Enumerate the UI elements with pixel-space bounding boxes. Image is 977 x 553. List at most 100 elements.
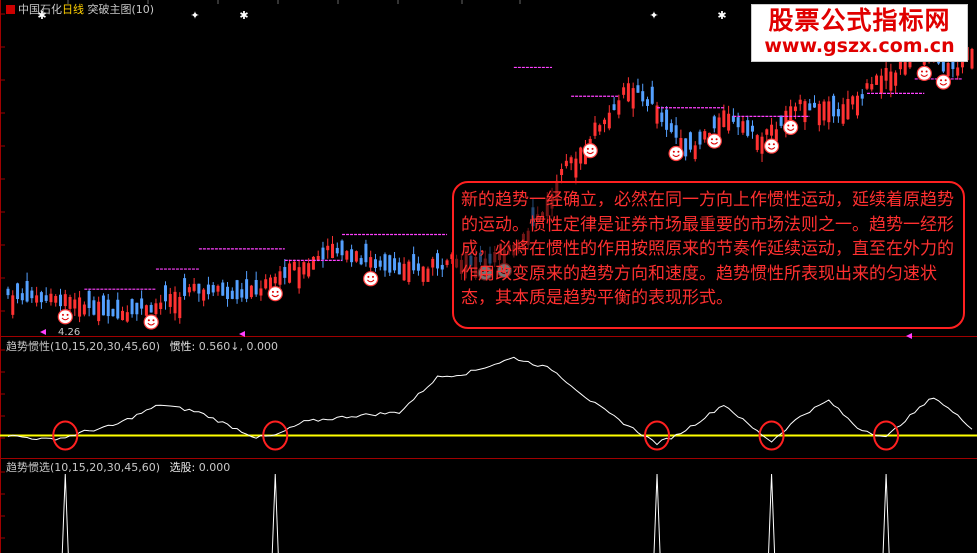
candle <box>846 90 850 120</box>
candle-body <box>101 295 105 316</box>
candle-body <box>378 260 382 267</box>
candle <box>388 254 392 277</box>
candle <box>197 283 201 302</box>
candle <box>292 259 296 271</box>
candle-body <box>125 312 129 322</box>
smiley-face <box>706 133 722 149</box>
inertia-indicator-name[interactable]: 趋势惯性(10,15,20,30,45,60) <box>6 340 160 353</box>
candle-body <box>211 285 215 293</box>
candle-body <box>159 302 163 310</box>
candle <box>665 106 669 137</box>
candle-body <box>20 293 24 301</box>
buy-signal-smiley-icon <box>143 314 159 330</box>
candle <box>168 287 172 314</box>
candle-body <box>35 295 39 303</box>
candle-body <box>144 305 148 316</box>
candle-body <box>273 276 277 284</box>
candle-body <box>770 124 774 136</box>
candle <box>101 293 105 316</box>
candle-body <box>889 71 893 91</box>
candle <box>135 302 139 321</box>
candle <box>813 95 817 108</box>
candle <box>140 290 144 315</box>
candle-body <box>63 294 67 307</box>
candle <box>593 116 597 139</box>
smiley-face <box>267 286 283 302</box>
candle-body <box>331 243 335 259</box>
candle <box>73 292 77 316</box>
stock-chart-window: ✱ ✦ ✱ ✦ ✱ 中国石化日线 突破主图(10) 4.26 趋势惯性(10,15,20… <box>0 0 977 553</box>
candle <box>889 63 893 98</box>
smiley-eye <box>715 138 718 141</box>
stock-name[interactable]: 中国石化 <box>18 3 62 16</box>
candle <box>703 129 707 143</box>
candle-body <box>297 267 301 289</box>
candle-body <box>603 119 607 125</box>
candle-body <box>369 257 373 268</box>
buy-signal-smiley-icon <box>582 143 598 159</box>
candle-body <box>607 112 611 129</box>
candle <box>297 260 301 294</box>
annotation-box: 新的趋势一经确立，必然在同一方向上作惯性运动，延续着原趋势的运动。惯性定律是证券… <box>452 181 965 329</box>
candle-body <box>73 299 77 309</box>
period-label[interactable]: 日线 <box>62 3 84 16</box>
candle-body <box>898 60 902 70</box>
candle-body <box>641 91 645 102</box>
candle <box>78 290 82 323</box>
smiley-eye <box>944 79 947 82</box>
watermark-logo: 股票公式指标网 www.gszx.com.cn <box>751 4 968 62</box>
main-indicator-name[interactable]: 突破主图(10) <box>88 3 155 16</box>
candle-body <box>78 297 82 317</box>
candle-body <box>436 253 440 269</box>
candle-body <box>388 255 392 273</box>
candle-body <box>669 123 673 132</box>
candle-body <box>865 83 869 89</box>
stock-flag-icon <box>6 5 15 14</box>
candle-body <box>39 292 43 303</box>
candle-body <box>774 129 778 141</box>
candle <box>111 308 115 317</box>
candle <box>798 94 802 111</box>
candle-body <box>121 310 125 321</box>
inertia-line <box>7 356 973 446</box>
candle-body <box>832 95 836 117</box>
candle-body <box>822 101 826 121</box>
candle-body <box>202 289 206 301</box>
candle-body <box>946 63 950 77</box>
candle-body <box>698 131 702 145</box>
candle <box>564 154 568 169</box>
candle-body <box>803 101 807 123</box>
candle <box>431 256 435 276</box>
candle-body <box>364 243 368 263</box>
candle <box>116 292 120 320</box>
candle-body <box>245 279 249 299</box>
candle-body <box>836 109 840 117</box>
candle-body <box>92 300 96 315</box>
candle <box>378 256 382 271</box>
candle-body <box>760 136 764 154</box>
candle-body <box>58 294 62 307</box>
marker-arrow-icon <box>906 333 912 339</box>
candle <box>865 79 869 91</box>
candle <box>235 279 239 304</box>
candle-body <box>221 282 225 296</box>
candle <box>421 265 425 286</box>
candle-body <box>54 296 58 303</box>
candle-body <box>345 251 349 260</box>
candle <box>636 78 640 93</box>
selection-spike <box>61 473 69 553</box>
candle <box>173 286 177 321</box>
candle <box>440 258 444 277</box>
candle-body <box>407 261 411 283</box>
candle-body <box>855 95 859 116</box>
candle-body <box>660 112 664 122</box>
candle-body <box>793 106 797 112</box>
smiley-face <box>143 314 159 330</box>
smiley-face <box>582 143 598 159</box>
selection-indicator-name[interactable]: 趋势惯选(10,15,20,30,45,60) <box>6 461 160 474</box>
inertia-header: 趋势惯性(10,15,20,30,45,60) 惯性: 0.560↓, 0.00… <box>6 340 278 353</box>
candle-body <box>149 304 153 313</box>
smiley-eye <box>791 124 794 127</box>
candle-body <box>359 258 363 265</box>
candle <box>397 257 401 275</box>
